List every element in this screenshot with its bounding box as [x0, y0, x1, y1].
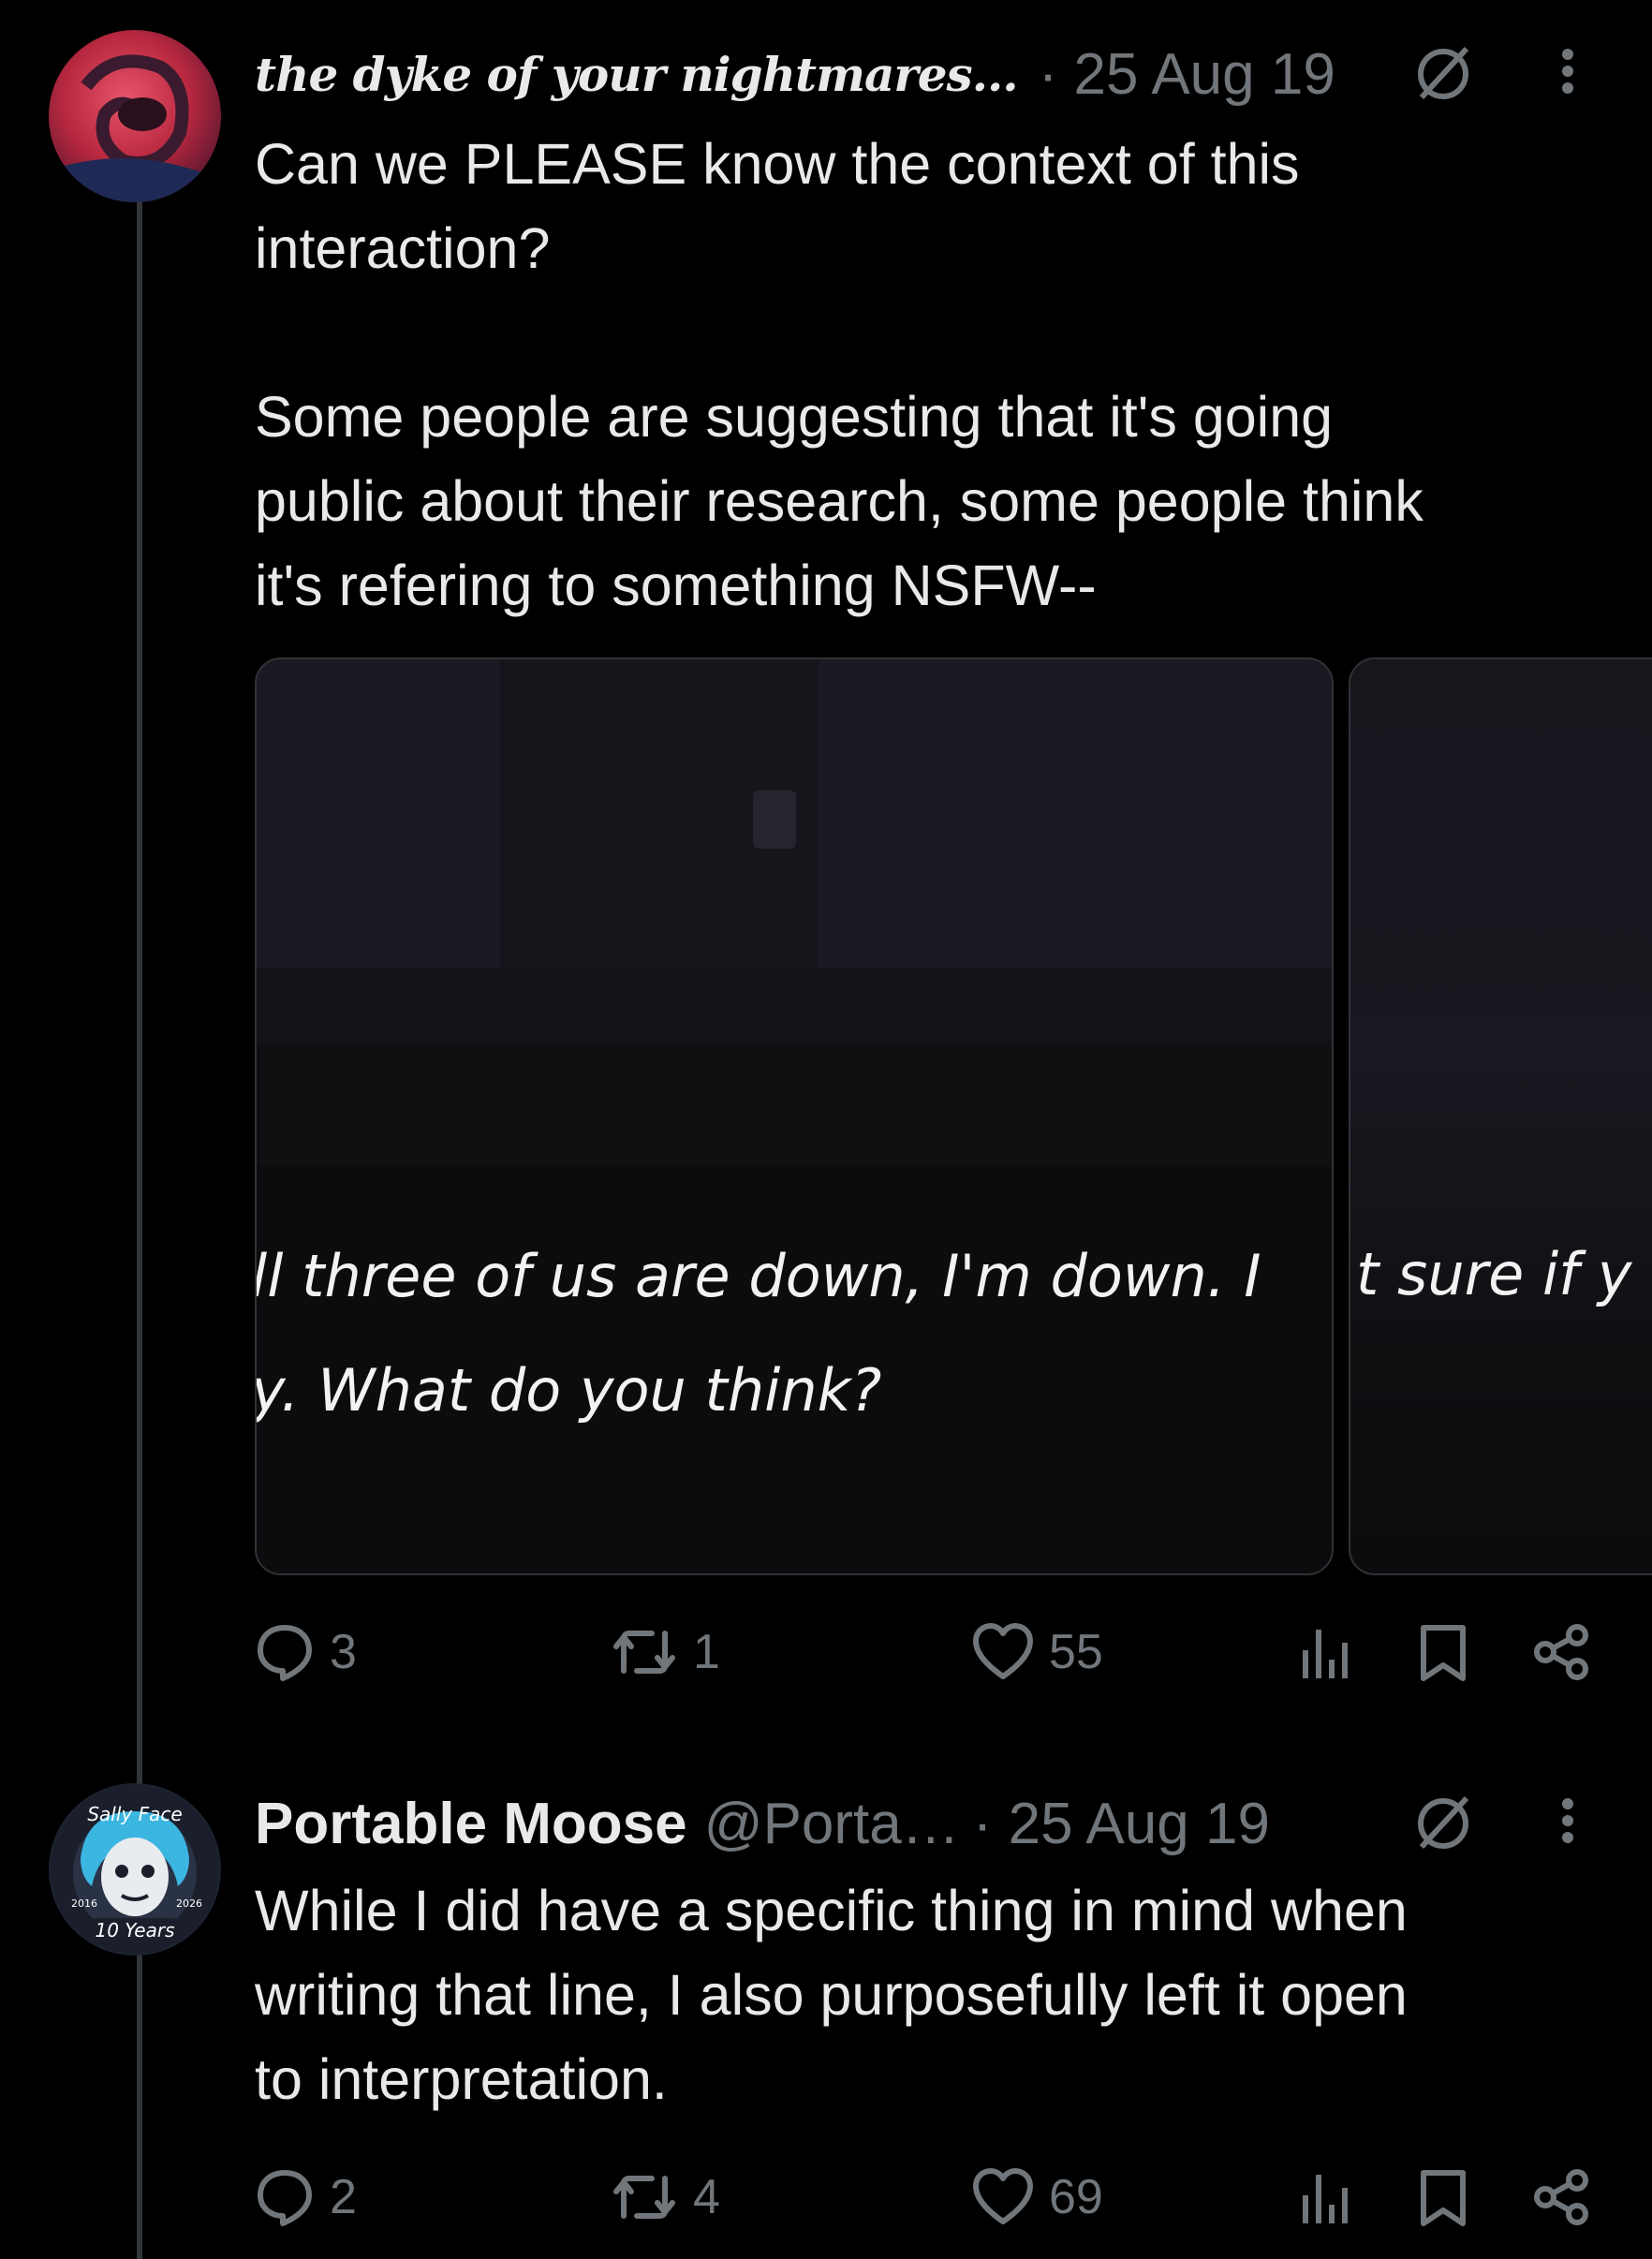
- views-button[interactable]: [1300, 1615, 1367, 1690]
- reply-count: 2: [330, 2170, 357, 2224]
- display-name[interactable]: the dyke of your nightmares…: [255, 47, 1019, 102]
- tweet-actions: 2 4 69: [255, 2160, 1603, 2235]
- handle[interactable]: @Porta…: [704, 1791, 960, 1857]
- tweet-text: Can we PLEASE know the context of this i…: [255, 132, 1423, 617]
- more-icon[interactable]: [1558, 43, 1577, 109]
- reply-icon: [258, 1625, 312, 1681]
- more-icon[interactable]: [1558, 1793, 1577, 1858]
- tweet-header: the dyke of your nightmares… · 25 Aug 19: [255, 41, 1335, 107]
- grok-icon[interactable]: [1410, 41, 1476, 107]
- like-icon: [973, 2168, 1033, 2224]
- repost-icon: [613, 2176, 675, 2219]
- share-button[interactable]: [1532, 2160, 1607, 2235]
- like-count: 69: [1049, 2170, 1103, 2224]
- display-name[interactable]: Portable Moose: [255, 1791, 687, 1857]
- badge-title: Sally Face: [87, 1803, 182, 1825]
- avatar-art: [49, 54, 221, 202]
- media-caption-line1: ll three of us are down, I'm down. I: [255, 1242, 1261, 1310]
- share-button[interactable]: [1532, 1615, 1607, 1690]
- grok-icon[interactable]: [1410, 1791, 1476, 1856]
- share-icon: [1534, 2169, 1588, 2225]
- share-icon: [1534, 1624, 1588, 1680]
- tweet-actions: 3 1 55: [255, 1615, 1603, 1690]
- like-button[interactable]: 69: [972, 2160, 1103, 2235]
- bookmark-icon: [1421, 2170, 1466, 2226]
- badge-years: 10 Years: [95, 1919, 174, 1942]
- badge-year-right: 2026: [176, 1897, 202, 1910]
- like-count: 55: [1049, 1625, 1103, 1679]
- tweet-header: Portable Moose @Porta… · 25 Aug 19: [255, 1791, 1270, 1856]
- avatar[interactable]: [49, 30, 221, 202]
- repost-count: 1: [693, 1625, 720, 1679]
- views-button[interactable]: [1300, 2160, 1367, 2235]
- media-caption-line2: y. What do you think?: [255, 1356, 882, 1425]
- reply-button[interactable]: 3: [255, 1615, 357, 1690]
- views-icon: [1303, 1630, 1348, 1678]
- media-caption-partial: t sure if y: [1356, 1240, 1632, 1308]
- views-icon: [1303, 2175, 1348, 2223]
- like-button[interactable]: 55: [972, 1615, 1103, 1690]
- badge-year-left: 2016: [71, 1897, 97, 1910]
- repost-button[interactable]: 1: [611, 1615, 720, 1690]
- tweet-date[interactable]: · 25 Aug 19: [1039, 41, 1335, 108]
- tweet-date[interactable]: · 25 Aug 19: [973, 1791, 1270, 1857]
- like-icon: [973, 1623, 1033, 1679]
- reply-count: 3: [330, 1625, 357, 1679]
- repost-icon: [613, 1631, 675, 1674]
- repost-count: 4: [693, 2170, 720, 2224]
- media-scene: [257, 659, 1332, 1573]
- bookmark-button[interactable]: [1418, 1615, 1483, 1690]
- bookmark-button[interactable]: [1418, 2160, 1483, 2235]
- reply-icon: [258, 2170, 312, 2226]
- repost-button[interactable]: 4: [611, 2160, 720, 2235]
- media-image[interactable]: ll three of us are down, I'm down. I y. …: [255, 657, 1334, 1575]
- avatar-badge: Sally Face 2016 2026 10 Years: [51, 1785, 219, 1954]
- bookmark-icon: [1421, 1625, 1466, 1681]
- reply-button[interactable]: 2: [255, 2160, 357, 2235]
- tweet-text: While I did have a specific thing in min…: [255, 1879, 1408, 2111]
- avatar[interactable]: Sally Face 2016 2026 10 Years: [49, 1783, 221, 1956]
- media-image-2[interactable]: t sure if y: [1349, 657, 1652, 1575]
